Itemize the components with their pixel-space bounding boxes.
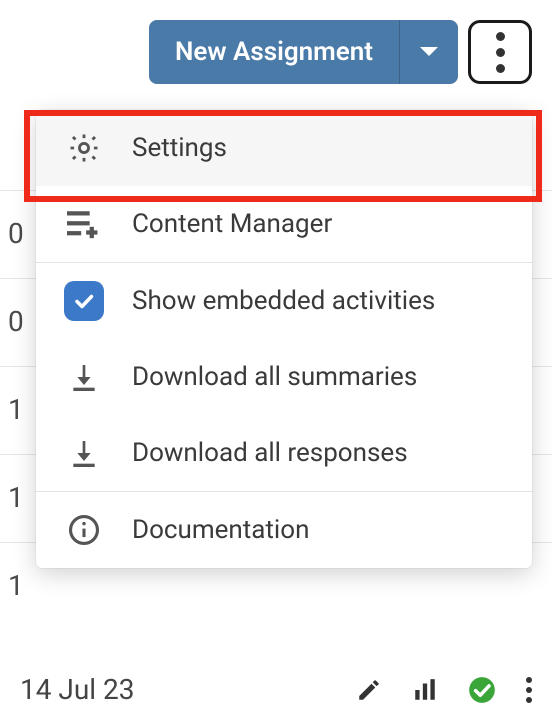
action-bar: New Assignment	[149, 20, 532, 84]
menu-item-label: Download all summaries	[132, 362, 417, 392]
gear-icon	[64, 131, 104, 165]
caret-down-icon	[419, 46, 439, 58]
left-edge-numbers: 0 0 1 1 1	[8, 190, 24, 630]
more-actions-menu: Settings Content Manager Show embedded a…	[36, 110, 532, 568]
menu-item-label: Content Manager	[132, 209, 332, 239]
bar-chart-icon[interactable]	[412, 677, 438, 703]
new-assignment-dropdown-caret[interactable]	[400, 20, 458, 84]
kebab-dot-icon	[496, 64, 505, 73]
download-icon	[64, 361, 104, 393]
menu-item-content-manager[interactable]: Content Manager	[36, 186, 532, 262]
info-icon	[64, 513, 104, 547]
side-frag: 0	[8, 190, 24, 278]
bottom-row-icons	[356, 676, 532, 704]
menu-item-label: Download all responses	[132, 438, 408, 468]
kebab-dot-icon	[496, 48, 505, 57]
menu-item-settings[interactable]: Settings	[36, 110, 532, 186]
bottom-row-fragment: 14 Jul 23	[20, 673, 532, 706]
edit-icon[interactable]	[356, 677, 382, 703]
row-more-icon[interactable]	[526, 677, 532, 703]
check-circle-icon[interactable]	[468, 676, 496, 704]
new-assignment-split-button: New Assignment	[149, 20, 458, 84]
checkbox-checked-icon	[64, 281, 104, 321]
new-assignment-label: New Assignment	[175, 37, 373, 67]
menu-item-download-summaries[interactable]: Download all summaries	[36, 339, 532, 415]
menu-item-label: Documentation	[132, 515, 309, 545]
menu-item-download-responses[interactable]: Download all responses	[36, 415, 532, 491]
more-actions-button[interactable]	[468, 20, 532, 84]
download-icon	[64, 437, 104, 469]
playlist-add-icon	[64, 209, 104, 239]
menu-item-label: Show embedded activities	[132, 286, 435, 316]
bottom-date-text: 14 Jul 23	[20, 673, 135, 706]
menu-item-label: Settings	[132, 133, 227, 163]
side-frag: 1	[8, 366, 24, 454]
side-frag: 1	[8, 542, 24, 630]
menu-item-show-embedded[interactable]: Show embedded activities	[36, 263, 532, 339]
menu-item-documentation[interactable]: Documentation	[36, 492, 532, 568]
new-assignment-button[interactable]: New Assignment	[149, 20, 400, 84]
kebab-dot-icon	[496, 32, 505, 41]
side-frag: 1	[8, 454, 24, 542]
side-frag: 0	[8, 278, 24, 366]
